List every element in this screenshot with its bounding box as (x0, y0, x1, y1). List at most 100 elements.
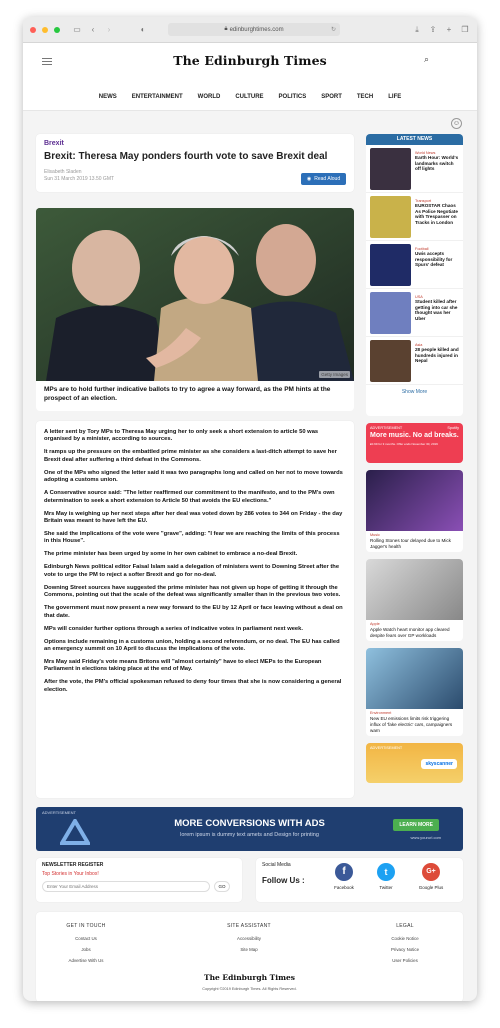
nav-world[interactable]: WORLD (198, 94, 221, 100)
shield-icon[interactable]: ◐ (138, 25, 148, 35)
news-thumbnail (370, 340, 411, 382)
download-icon[interactable]: ⤓ (412, 25, 422, 35)
news-title: Uwis accepts responsibility for Spurs' d… (415, 251, 453, 268)
news-thumbnail (370, 292, 411, 334)
latest-news-item[interactable]: USA Student killed after getting into car… (366, 289, 463, 337)
email-field[interactable] (42, 881, 210, 892)
tabs-overview-icon[interactable]: ❐ (460, 25, 470, 35)
latest-news-item[interactable]: World News Earth Hour: World's landmarks … (366, 145, 463, 193)
side-story-card[interactable]: Music Rolling Stones tour delayed due to… (366, 470, 463, 553)
footer-col-legal: LEGAL Cookie Notice Privacy Notice User … (355, 923, 455, 969)
news-title: Student killed after getting into car sh… (415, 299, 458, 321)
article-category[interactable]: Brexit (44, 140, 346, 147)
story-title: Rolling Stones tour delayed due to Mick … (370, 538, 451, 549)
social-box: Social Media Follow Us : f Facebook t Tw… (256, 858, 463, 902)
article-paragraph: Edinburgh News political editor Faisal I… (44, 564, 340, 578)
web-page: The Edinburgh Times ⌕ NEWS ENTERTAINMENT… (23, 43, 477, 1001)
facebook-icon: f (335, 863, 353, 881)
latest-news-item[interactable]: Transport EUROSTAR Chaos As Police Negoti… (366, 193, 463, 241)
google-plus-icon: G+ (422, 863, 440, 881)
spotify-logo: Spotify (447, 426, 459, 430)
footer-link[interactable]: Advertise With Us (36, 958, 136, 963)
footer-link[interactable]: Contact Us (36, 936, 136, 941)
article-paragraph: It ramps up the pressure on the embattle… (44, 449, 337, 463)
article-paragraph: MPs will consider further options throug… (44, 625, 303, 632)
story-thumbnail (366, 559, 463, 621)
site-header: The Edinburgh Times ⌕ NEWS ENTERTAINMENT… (23, 43, 477, 111)
site-logo[interactable]: The Edinburgh Times (23, 53, 477, 68)
google-plus-link[interactable]: G+ Google Plus (416, 863, 446, 890)
newsletter-box: NEWSLETTER REGISTER Top Stories in Your … (36, 858, 242, 902)
banner-ad[interactable]: ADVERTISEMENT MORE CONVERSIONS WITH ADS … (36, 807, 463, 851)
maximize-dot[interactable] (54, 26, 60, 33)
footer-link[interactable]: Cookie Notice (355, 936, 455, 941)
article-paragraph: Downing Street sources have suggested th… (44, 584, 341, 599)
latest-news-panel: LATEST NEWS World News Earth Hour: World'… (366, 134, 463, 416)
footer-logo[interactable]: The Edinburgh Times (36, 973, 463, 982)
latest-news-item[interactable]: Football Uwis accepts responsibility for … (366, 241, 463, 289)
main-nav: NEWS ENTERTAINMENT WORLD CULTURE POLITIC… (23, 94, 477, 100)
footer-col-contact: GET IN TOUCH Contact Us Jobs Advertise W… (36, 923, 136, 969)
skyscanner-ad[interactable]: ADVERTISEMENT skyscanner (366, 743, 463, 784)
share-icon[interactable]: ⇪ (428, 25, 438, 35)
spotify-ad[interactable]: ADVERTISEMENT Spotify More music. No ad … (366, 423, 463, 463)
site-footer: GET IN TOUCH Contact Us Jobs Advertise W… (36, 912, 463, 1001)
article-paragraph: One of the MPs who signed the letter sai… (44, 469, 343, 484)
story-thumbnail (366, 470, 463, 531)
latest-news-item[interactable]: Asia 28 people killed and hundreds injure… (366, 337, 463, 385)
show-more-link[interactable]: Show More (366, 389, 463, 395)
news-title: Earth Hour: World's landmarks switch off… (415, 155, 459, 172)
photo-illustration (36, 208, 354, 381)
side-story-card[interactable]: Environment New EU emissions limits risk… (366, 648, 463, 737)
nav-politics[interactable]: POLITICS (279, 94, 307, 100)
news-thumbnail (370, 196, 411, 238)
article-paragraph: Options include remaining in a customs u… (44, 638, 340, 653)
learn-more-button[interactable]: LEARN MORE (393, 819, 439, 831)
read-aloud-label: Read Aloud (314, 176, 341, 182)
footer-link[interactable]: User Policies (355, 958, 455, 963)
nav-sport[interactable]: SPORT (321, 94, 342, 100)
twitter-link[interactable]: t Twitter (374, 863, 398, 890)
footer-link[interactable]: Jobs (36, 947, 136, 952)
address-bar[interactable]: 🔒︎ edinburghtimes.com ↻ (168, 23, 340, 36)
sidebar-icon[interactable]: ▭ (72, 25, 82, 35)
minimize-dot[interactable] (42, 26, 48, 33)
read-aloud-button[interactable]: ◉ Read Aloud (301, 173, 346, 185)
news-thumbnail (370, 244, 411, 286)
nav-culture[interactable]: CULTURE (235, 94, 263, 100)
back-icon[interactable]: ‹ (88, 25, 98, 35)
close-dot[interactable] (30, 26, 36, 33)
article-paragraph: A Conservative source said: "The letter … (44, 490, 335, 504)
footer-heading: GET IN TOUCH (66, 923, 106, 929)
footer-link[interactable]: Privacy Notice (355, 947, 455, 952)
footer-link[interactable]: Site Map (199, 947, 299, 952)
article-paragraph: After the vote, the PM's official spokes… (44, 679, 342, 693)
nav-life[interactable]: LIFE (388, 94, 401, 100)
speaker-icon: ◉ (306, 176, 312, 182)
go-button[interactable]: GO (214, 881, 230, 892)
photo-caption: MPs are to hold further indicative ballo… (36, 381, 354, 411)
nav-news[interactable]: NEWS (99, 94, 117, 100)
article-paragraph: Mrs May said Friday's vote means Britons… (44, 659, 322, 673)
reload-icon[interactable]: ↻ (331, 26, 336, 33)
nav-tech[interactable]: TECH (357, 94, 373, 100)
new-tab-icon[interactable]: + (444, 25, 454, 35)
story-title: Apple Watch heart monitor app cleared de… (370, 627, 450, 638)
ad-url: www.yoururl.com (410, 835, 441, 840)
side-story-card[interactable]: Apple Apple Watch heart monitor app clea… (366, 559, 463, 642)
accessibility-icon[interactable]: ☺ (451, 118, 462, 129)
nav-entertainment[interactable]: ENTERTAINMENT (132, 94, 183, 100)
forward-icon[interactable]: › (104, 25, 114, 35)
article-body: A letter sent by Tory MPs to Theresa May… (36, 421, 354, 798)
footer-link[interactable]: Accessibility (199, 936, 299, 941)
article-paragraph: The prime minister has been urged by som… (44, 551, 298, 558)
article-paragraph: The government must now present a new wa… (44, 605, 343, 619)
lock-icon: 🔒︎ (224, 26, 228, 32)
news-title: EUROSTAR Chaos As Police Negotiate with … (415, 203, 458, 225)
search-icon[interactable]: ⌕ (424, 54, 429, 65)
browser-toolbar: ▭ ‹ › ◐ 🔒︎ edinburghtimes.com ↻ ⤓ ⇪ + ❐ (23, 17, 477, 43)
newsletter-subheading: Top Stories in Your Inbox! (42, 871, 99, 877)
latest-news-heading: LATEST NEWS (366, 134, 463, 145)
facebook-link[interactable]: f Facebook (332, 863, 356, 890)
ad-label: ADVERTISEMENT (42, 810, 76, 815)
